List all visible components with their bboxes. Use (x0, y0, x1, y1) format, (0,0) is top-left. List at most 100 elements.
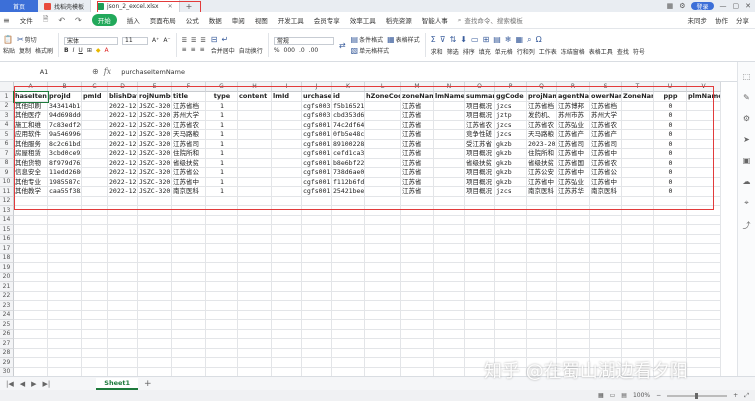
table-cell[interactable]: 8f979d762 (48, 158, 82, 168)
table-cell[interactable]: f5b16521 (332, 101, 365, 111)
table-cell[interactable] (687, 158, 721, 168)
table-cell[interactable] (590, 310, 622, 320)
table-cell[interactable] (272, 310, 302, 320)
table-cell[interactable] (82, 282, 108, 292)
spreadsheet-grid[interactable]: A B C D E F G H I J K L M N O P Q R S T U V 1 haseIten projId pmI… (0, 82, 737, 376)
table-cell[interactable]: 江苏弘业 (557, 120, 590, 130)
table-cell[interactable] (172, 272, 206, 282)
table-cell[interactable] (302, 367, 332, 376)
table-cell[interactable] (138, 225, 172, 235)
table-cell[interactable] (48, 291, 82, 301)
filter-icon[interactable]: ⊽ (440, 35, 446, 44)
align-right-icon[interactable]: ≡ (200, 46, 205, 53)
style-icon[interactable]: ✎ (743, 93, 750, 102)
table-cell[interactable] (48, 339, 82, 349)
zoom-level[interactable]: 100% (633, 392, 650, 399)
table-cell[interactable] (401, 310, 434, 320)
table-cell[interactable] (272, 168, 302, 178)
collab-button[interactable]: 协作 (715, 15, 728, 25)
percent-icon[interactable]: % (274, 47, 280, 54)
worksheet-icon[interactable]: ▤ (493, 35, 501, 44)
table-cell[interactable] (687, 367, 721, 376)
table-cell[interactable]: 1 (206, 120, 238, 130)
table-cell[interactable] (48, 320, 82, 330)
table-cell[interactable] (332, 282, 365, 292)
table-cell[interactable] (82, 339, 108, 349)
table-cell[interactable] (622, 149, 654, 159)
table-cell[interactable] (527, 329, 557, 339)
table-cell[interactable]: 天马路粮 (172, 130, 206, 140)
table-cell[interactable]: cgfs001 (302, 139, 332, 149)
menu-file[interactable]: 文件 (20, 15, 33, 25)
table-cell[interactable] (557, 253, 590, 263)
table-cell[interactable] (557, 215, 590, 225)
column-header[interactable]: P (495, 82, 527, 92)
column-header[interactable]: R (557, 82, 590, 92)
table-cell[interactable] (172, 301, 206, 311)
table-cell[interactable]: 1 (206, 130, 238, 140)
table-cell[interactable] (332, 225, 365, 235)
table-cell[interactable] (48, 234, 82, 244)
table-cell[interactable] (332, 215, 365, 225)
table-cell[interactable]: 项目概况 (465, 168, 495, 178)
table-cell[interactable] (272, 291, 302, 301)
table-cell[interactable] (48, 282, 82, 292)
column-header[interactable]: H (238, 82, 272, 92)
shrink-font-icon[interactable]: A⁻ (163, 37, 170, 44)
table-cell[interactable] (465, 329, 495, 339)
table-cell[interactable]: 0 (654, 168, 687, 178)
table-cell[interactable] (172, 215, 206, 225)
cell-icon[interactable]: ▭ (471, 35, 479, 44)
menu-formula[interactable]: 公式 (186, 15, 199, 25)
menu-start[interactable]: 开始 (91, 14, 117, 26)
table-cell[interactable] (238, 177, 272, 187)
column-header[interactable]: L (365, 82, 401, 92)
table-cell[interactable] (527, 196, 557, 206)
table-cell[interactable]: 住院所和 (527, 149, 557, 159)
table-cell[interactable]: gkzb (495, 168, 527, 178)
table-cell[interactable]: 江苏省公 (172, 168, 206, 178)
merge-center-button[interactable]: ⊟ (211, 35, 218, 44)
underline-button[interactable]: U (78, 47, 82, 54)
table-cell[interactable] (365, 130, 401, 140)
table-cell[interactable]: 0 (654, 101, 687, 111)
table-cell[interactable]: 江苏省农 (590, 120, 622, 130)
column-header[interactable]: O (465, 82, 495, 92)
table-cell[interactable] (365, 158, 401, 168)
table-cell[interactable] (365, 187, 401, 197)
settings-icon[interactable]: ⚙ (679, 2, 685, 10)
view-break-icon[interactable]: ▤ (621, 392, 627, 399)
header-cell[interactable]: blishDate (108, 92, 138, 102)
table-cell[interactable] (14, 348, 48, 358)
zoom-formula-icon[interactable]: ⊕ (92, 67, 99, 76)
table-cell[interactable] (238, 206, 272, 216)
table-cell[interactable] (654, 282, 687, 292)
table-cell[interactable] (272, 187, 302, 197)
table-cell[interactable]: 11edd2686 (48, 168, 82, 178)
table-cell[interactable]: 1 (206, 177, 238, 187)
table-cell[interactable] (272, 263, 302, 273)
table-cell[interactable] (302, 206, 332, 216)
table-cell[interactable]: JSZC-320( (138, 149, 172, 159)
table-cell[interactable] (434, 339, 465, 349)
table-cell[interactable] (557, 320, 590, 330)
number-format-select[interactable]: 常规 (273, 36, 334, 45)
table-cell[interactable] (365, 120, 401, 130)
table-cell[interactable]: 江苏省农 (172, 120, 206, 130)
table-cell[interactable]: 其他服务 (14, 139, 48, 149)
table-cell[interactable] (687, 120, 721, 130)
format-painter-button[interactable]: 格式刷 (35, 46, 53, 55)
row-header[interactable]: 7 (0, 149, 14, 159)
header-cell[interactable]: ggCode (495, 92, 527, 102)
table-cell[interactable] (654, 244, 687, 254)
table-cell[interactable] (302, 301, 332, 311)
table-cell[interactable] (687, 234, 721, 244)
row-header[interactable]: 26 (0, 329, 14, 339)
table-cell[interactable] (108, 215, 138, 225)
table-cell[interactable] (434, 358, 465, 368)
table-cell[interactable]: JSZC-320( (138, 130, 172, 140)
table-cell[interactable]: JSZC-320( (138, 187, 172, 197)
column-header[interactable]: B (48, 82, 82, 92)
type-convert-icon[interactable]: ⇄ (339, 41, 346, 50)
table-cell[interactable] (527, 253, 557, 263)
